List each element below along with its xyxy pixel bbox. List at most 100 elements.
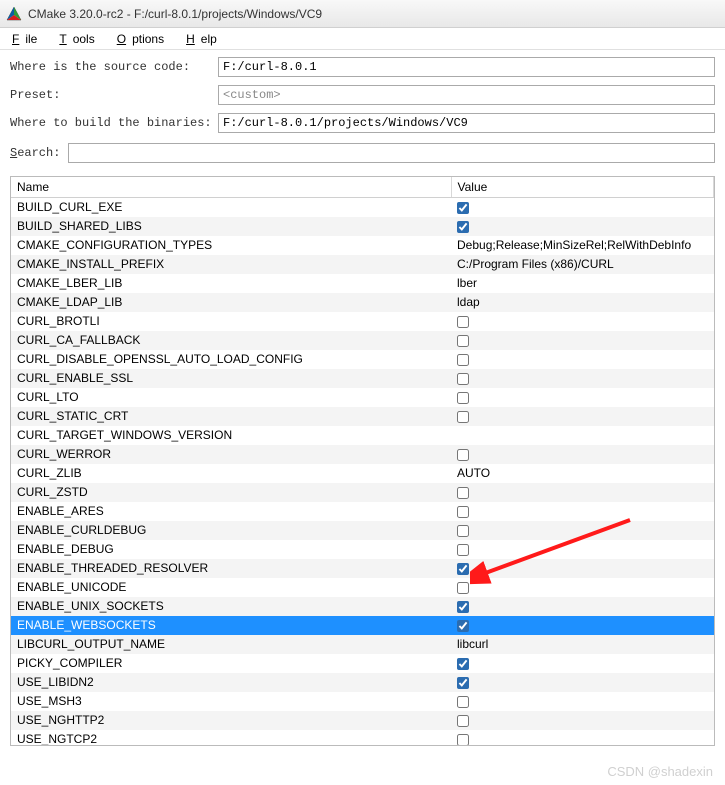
cache-entry-value[interactable]: ldap <box>451 293 714 312</box>
cache-entry-value[interactable] <box>451 350 714 369</box>
cache-checkbox[interactable] <box>457 658 469 670</box>
table-row[interactable]: ENABLE_CURLDEBUG <box>11 521 714 540</box>
cache-entry-name: ENABLE_DEBUG <box>11 540 451 559</box>
cache-checkbox[interactable] <box>457 316 469 328</box>
cache-entry-value[interactable] <box>451 502 714 521</box>
cache-entry-value[interactable] <box>451 521 714 540</box>
cache-entry-value[interactable] <box>451 730 714 746</box>
table-row[interactable]: CURL_STATIC_CRT <box>11 407 714 426</box>
cache-entry-value[interactable] <box>451 217 714 236</box>
table-row[interactable]: BUILD_CURL_EXE <box>11 198 714 218</box>
cache-checkbox[interactable] <box>457 620 469 632</box>
cache-entry-value[interactable] <box>451 369 714 388</box>
build-label: Where to build the binaries: <box>10 116 210 130</box>
table-row[interactable]: CURL_ENABLE_SSL <box>11 369 714 388</box>
cache-checkbox[interactable] <box>457 487 469 499</box>
table-row[interactable]: CURL_ZLIBAUTO <box>11 464 714 483</box>
cache-entry-value[interactable]: libcurl <box>451 635 714 654</box>
table-row[interactable]: CURL_ZSTD <box>11 483 714 502</box>
menu-options[interactable]: Options <box>111 30 176 48</box>
cache-checkbox[interactable] <box>457 544 469 556</box>
cache-entry-value[interactable] <box>451 198 714 218</box>
table-row[interactable]: BUILD_SHARED_LIBS <box>11 217 714 236</box>
cache-entry-value[interactable] <box>451 312 714 331</box>
cache-entry-value[interactable] <box>451 673 714 692</box>
table-row[interactable]: LIBCURL_OUTPUT_NAMElibcurl <box>11 635 714 654</box>
menu-file[interactable]: File <box>6 30 49 48</box>
cache-entry-value[interactable] <box>451 445 714 464</box>
search-input[interactable] <box>68 143 715 163</box>
table-row[interactable]: ENABLE_ARES <box>11 502 714 521</box>
cache-table-container: Name Value BUILD_CURL_EXEBUILD_SHARED_LI… <box>10 176 715 746</box>
table-row[interactable]: USE_MSH3 <box>11 692 714 711</box>
cache-entry-value[interactable] <box>451 692 714 711</box>
cache-entry-value[interactable] <box>451 578 714 597</box>
table-row[interactable]: USE_NGHTTP2 <box>11 711 714 730</box>
cache-entry-value[interactable] <box>451 559 714 578</box>
cache-entry-name: BUILD_SHARED_LIBS <box>11 217 451 236</box>
cache-entry-value[interactable] <box>451 426 714 445</box>
cache-entry-value[interactable] <box>451 331 714 350</box>
column-header-name[interactable]: Name <box>11 177 451 198</box>
table-row[interactable]: ENABLE_UNIX_SOCKETS <box>11 597 714 616</box>
menu-tools[interactable]: Tools <box>53 30 106 48</box>
cache-entry-value[interactable] <box>451 483 714 502</box>
table-row[interactable]: ENABLE_THREADED_RESOLVER <box>11 559 714 578</box>
cache-checkbox[interactable] <box>457 677 469 689</box>
cache-entry-value[interactable] <box>451 616 714 635</box>
cache-checkbox[interactable] <box>457 601 469 613</box>
cache-entry-value[interactable]: lber <box>451 274 714 293</box>
cmake-logo-icon <box>6 6 22 22</box>
source-input[interactable] <box>218 57 715 77</box>
table-row[interactable]: USE_LIBIDN2 <box>11 673 714 692</box>
cache-checkbox[interactable] <box>457 582 469 594</box>
table-row[interactable]: ENABLE_UNICODE <box>11 578 714 597</box>
cache-entry-value[interactable] <box>451 540 714 559</box>
cache-entry-value[interactable] <box>451 407 714 426</box>
column-header-value[interactable]: Value <box>451 177 714 198</box>
cache-entry-name: CURL_ZSTD <box>11 483 451 502</box>
cache-checkbox[interactable] <box>457 563 469 575</box>
table-row[interactable]: CURL_CA_FALLBACK <box>11 331 714 350</box>
cache-entry-name: USE_NGTCP2 <box>11 730 451 746</box>
table-row[interactable]: CURL_DISABLE_OPENSSL_AUTO_LOAD_CONFIG <box>11 350 714 369</box>
cache-entry-value[interactable] <box>451 711 714 730</box>
table-row[interactable]: CMAKE_LBER_LIBlber <box>11 274 714 293</box>
table-row[interactable]: CURL_LTO <box>11 388 714 407</box>
cache-entry-value[interactable]: Debug;Release;MinSizeRel;RelWithDebInfo <box>451 236 714 255</box>
cache-checkbox[interactable] <box>457 525 469 537</box>
build-input[interactable] <box>218 113 715 133</box>
table-row[interactable]: CURL_WERROR <box>11 445 714 464</box>
table-row[interactable]: ENABLE_DEBUG <box>11 540 714 559</box>
cache-entry-value[interactable] <box>451 654 714 673</box>
table-row[interactable]: CMAKE_CONFIGURATION_TYPESDebug;Release;M… <box>11 236 714 255</box>
cache-checkbox[interactable] <box>457 354 469 366</box>
cache-entry-value[interactable] <box>451 597 714 616</box>
cache-checkbox[interactable] <box>457 373 469 385</box>
cache-checkbox[interactable] <box>457 202 469 214</box>
table-row[interactable]: CMAKE_LDAP_LIBldap <box>11 293 714 312</box>
cache-checkbox[interactable] <box>457 696 469 708</box>
table-row[interactable]: USE_NGTCP2 <box>11 730 714 746</box>
table-row[interactable]: ENABLE_WEBSOCKETS <box>11 616 714 635</box>
cache-checkbox[interactable] <box>457 221 469 233</box>
cache-entry-value[interactable]: C:/Program Files (x86)/CURL <box>451 255 714 274</box>
cache-checkbox[interactable] <box>457 715 469 727</box>
table-row[interactable]: CMAKE_INSTALL_PREFIXC:/Program Files (x8… <box>11 255 714 274</box>
cache-checkbox[interactable] <box>457 506 469 518</box>
cache-checkbox[interactable] <box>457 411 469 423</box>
cache-entry-value[interactable]: AUTO <box>451 464 714 483</box>
table-row[interactable]: CURL_BROTLI <box>11 312 714 331</box>
preset-input[interactable] <box>218 85 715 105</box>
cache-checkbox[interactable] <box>457 734 469 746</box>
cache-checkbox[interactable] <box>457 449 469 461</box>
cache-checkbox[interactable] <box>457 335 469 347</box>
cache-entry-value[interactable] <box>451 388 714 407</box>
cache-entry-name: ENABLE_UNIX_SOCKETS <box>11 597 451 616</box>
table-row[interactable]: CURL_TARGET_WINDOWS_VERSION <box>11 426 714 445</box>
cache-entry-name: USE_NGHTTP2 <box>11 711 451 730</box>
cache-entry-name: CMAKE_LBER_LIB <box>11 274 451 293</box>
menu-help[interactable]: Help <box>180 30 229 48</box>
table-row[interactable]: PICKY_COMPILER <box>11 654 714 673</box>
cache-checkbox[interactable] <box>457 392 469 404</box>
